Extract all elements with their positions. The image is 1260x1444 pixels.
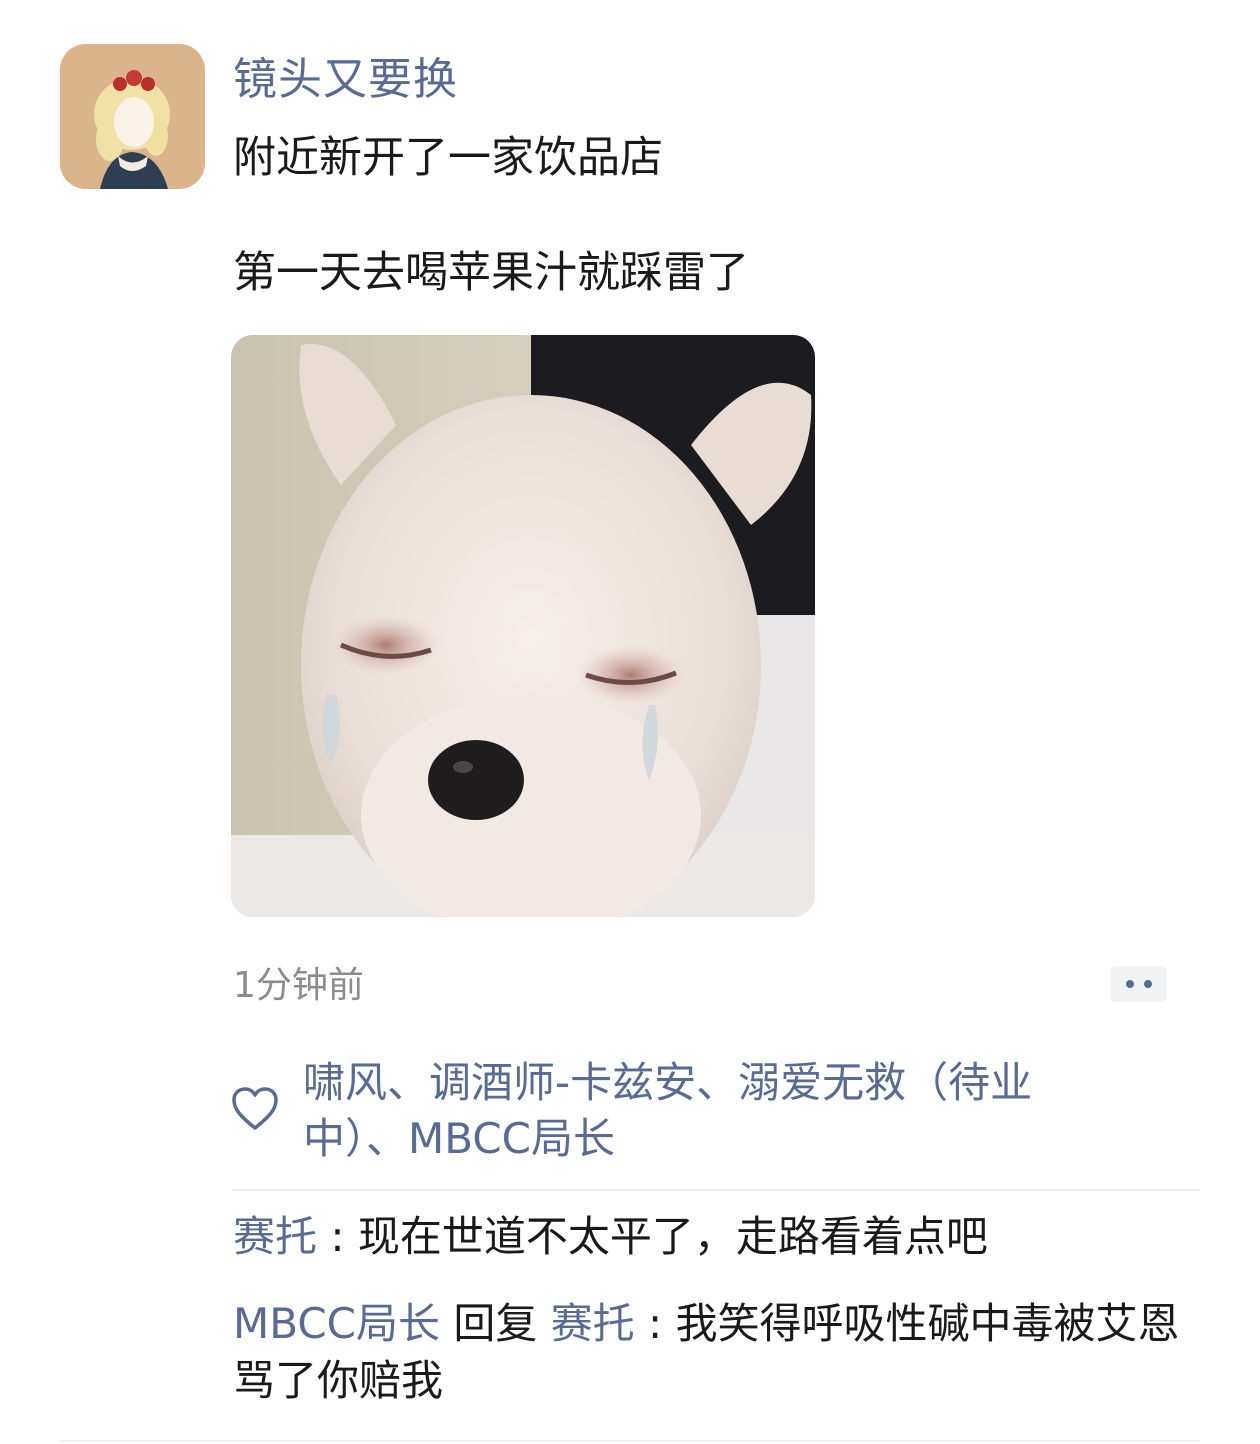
comment-item[interactable]: MBCC局长 回复 赛托 : 我笑得呼吸性碱中毒被艾恩骂了你赔我 bbox=[233, 1295, 1193, 1409]
divider bbox=[232, 1189, 1200, 1191]
liked-by-names[interactable]: 啸风、调酒师-卡兹安、溺爱无救（待业中）、MBCC局长 bbox=[303, 1055, 1123, 1167]
comment-separator: : bbox=[317, 1212, 358, 1261]
reply-to-name[interactable]: 赛托 bbox=[551, 1299, 635, 1348]
crying-puppy-image bbox=[231, 335, 815, 917]
more-actions-button[interactable] bbox=[1110, 966, 1167, 1002]
more-dots-icon bbox=[1143, 980, 1152, 988]
post-timestamp: 1分钟前 bbox=[233, 965, 364, 1006]
heart-outline-icon bbox=[232, 1087, 278, 1130]
comment-text: 现在世道不太平了，走路看着点吧 bbox=[357, 1212, 988, 1261]
comment-author[interactable]: MBCC局长 bbox=[233, 1299, 440, 1348]
comment-item[interactable]: 赛托 : 现在世道不太平了，走路看着点吧 bbox=[233, 1208, 1193, 1265]
post-text-line-1: 附近新开了一家饮品店 bbox=[233, 133, 663, 183]
post-author-name[interactable]: 镜头又要换 bbox=[233, 50, 458, 110]
post-text-line-2: 第一天去喝苹果汁就踩雷了 bbox=[233, 248, 749, 298]
more-dots-icon bbox=[1125, 980, 1134, 988]
author-avatar[interactable] bbox=[60, 44, 205, 189]
bottom-divider bbox=[60, 1440, 1200, 1442]
reply-word: 回复 bbox=[439, 1299, 551, 1348]
comment-separator: : bbox=[634, 1299, 676, 1348]
post-image[interactable] bbox=[231, 335, 815, 917]
avatar-illustration bbox=[60, 44, 205, 189]
comment-author[interactable]: 赛托 bbox=[233, 1212, 317, 1261]
